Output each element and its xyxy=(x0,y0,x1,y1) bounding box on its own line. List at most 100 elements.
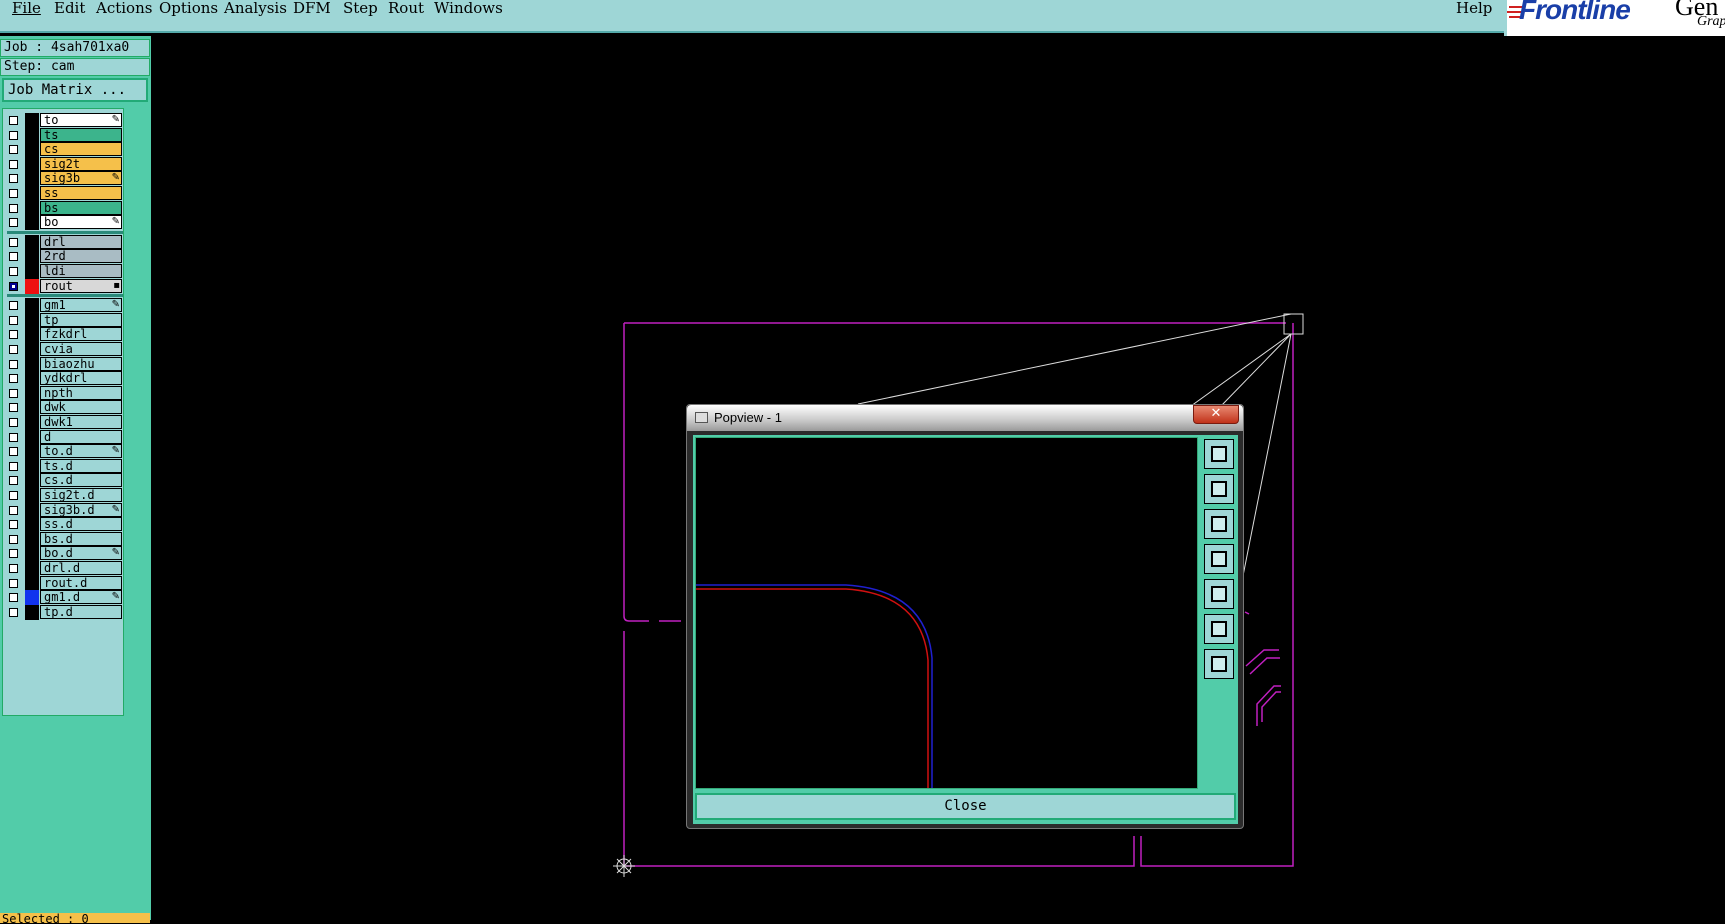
zoom-window-icon[interactable] xyxy=(1204,439,1234,469)
layer-row-ss.d[interactable]: ss.d xyxy=(7,517,123,533)
layer-name[interactable]: gm1 xyxy=(40,298,122,313)
layer-name[interactable]: fzkdrl xyxy=(40,327,122,342)
layer-row-ts.d[interactable]: ts.d xyxy=(7,458,123,474)
layer-checkbox[interactable] xyxy=(9,520,18,530)
layer-row-d[interactable]: d xyxy=(7,429,123,445)
layer-checkbox[interactable] xyxy=(9,388,18,398)
layer-color-swatch[interactable] xyxy=(25,264,39,279)
layer-color-swatch[interactable] xyxy=(25,575,39,591)
layer-row-bo[interactable]: bo ✎ xyxy=(7,215,123,231)
layer-checkbox[interactable] xyxy=(9,330,18,340)
layer-row-gm1[interactable]: gm1 ✎ xyxy=(7,298,123,314)
menu-edit[interactable]: Edit xyxy=(54,0,85,16)
layer-color-swatch[interactable] xyxy=(25,127,39,143)
layer-row-sig2t[interactable]: sig2t xyxy=(7,156,123,172)
layer-checkbox[interactable] xyxy=(9,359,18,369)
layer-checkbox[interactable] xyxy=(9,534,18,544)
layer-checkbox[interactable] xyxy=(9,130,18,140)
layer-name[interactable]: drl xyxy=(40,234,122,249)
layer-checkbox[interactable] xyxy=(9,403,18,413)
menu-step[interactable]: Step xyxy=(343,0,378,16)
layer-color-swatch[interactable] xyxy=(25,200,39,216)
layer-row-biaozhu[interactable]: biaozhu xyxy=(7,356,123,372)
layer-name[interactable]: ts.d xyxy=(40,458,122,473)
layer-name[interactable]: bs.d xyxy=(40,531,122,546)
layer-row-npth[interactable]: npth xyxy=(7,385,123,401)
layer-row-dwk[interactable]: dwk xyxy=(7,400,123,416)
layer-color-swatch[interactable] xyxy=(25,342,39,357)
pan-down-icon[interactable] xyxy=(1204,509,1234,539)
layer-checkbox[interactable] xyxy=(9,345,18,354)
layer-row-cvia[interactable]: cvia xyxy=(7,342,123,357)
layer-color-swatch[interactable] xyxy=(25,502,39,518)
layer-row-ts[interactable]: ts xyxy=(7,127,123,143)
layer-color-swatch[interactable] xyxy=(25,215,39,231)
layer-color-swatch[interactable] xyxy=(25,473,39,489)
layer-name[interactable]: tp xyxy=(40,312,122,327)
layer-name[interactable]: dwk1 xyxy=(40,415,122,429)
layer-name[interactable]: bs xyxy=(40,200,122,215)
layer-name[interactable]: ldi xyxy=(40,264,122,278)
layer-row-bs.d[interactable]: bs.d xyxy=(7,531,123,547)
layer-name[interactable]: ydkdrl xyxy=(40,371,122,386)
layer-name[interactable]: sig3b.d xyxy=(40,502,122,517)
layer-row-dwk1[interactable]: dwk1 xyxy=(7,415,123,430)
layer-name[interactable]: biaozhu xyxy=(40,356,122,371)
zoom-home-icon[interactable] xyxy=(1204,649,1234,679)
menu-file[interactable]: File xyxy=(12,0,41,16)
popview-canvas[interactable] xyxy=(695,437,1198,789)
layer-name[interactable]: cvia xyxy=(40,342,122,356)
menu-help[interactable]: Help xyxy=(1456,0,1492,16)
layer-row-to.d[interactable]: to.d ✎ xyxy=(7,444,123,460)
layer-color-swatch[interactable] xyxy=(25,590,39,606)
layer-checkbox[interactable] xyxy=(9,505,18,515)
layer-name[interactable]: 2rd xyxy=(40,249,122,264)
layer-row-tp[interactable]: tp xyxy=(7,312,123,328)
layer-name[interactable]: cs.d xyxy=(40,473,122,488)
layer-color-swatch[interactable] xyxy=(25,546,39,562)
layer-name[interactable]: to.d xyxy=(40,444,122,459)
layer-color-swatch[interactable] xyxy=(25,327,39,343)
layer-checkbox[interactable] xyxy=(9,447,18,457)
layer-checkbox[interactable] xyxy=(9,116,18,125)
layer-row-drl[interactable]: drl xyxy=(7,234,123,250)
layer-color-swatch[interactable] xyxy=(25,249,39,265)
layer-name[interactable]: ss.d xyxy=(40,517,122,532)
layer-color-swatch[interactable] xyxy=(25,171,39,187)
layer-name[interactable]: cs xyxy=(40,142,122,157)
menu-actions[interactable]: Actions xyxy=(96,0,152,16)
layer-color-swatch[interactable] xyxy=(25,312,39,328)
layer-checkbox[interactable] xyxy=(9,203,18,213)
menu-dfm[interactable]: DFM xyxy=(293,0,331,16)
layer-name[interactable]: rout xyxy=(40,278,122,293)
pan-up-icon[interactable] xyxy=(1204,474,1234,504)
layer-name[interactable]: gm1.d xyxy=(40,590,122,605)
layer-row-cs[interactable]: cs xyxy=(7,142,123,158)
layer-row-sig3b.d[interactable]: sig3b.d ✎ xyxy=(7,502,123,518)
layer-color-swatch[interactable] xyxy=(25,415,39,430)
layer-name[interactable]: ts xyxy=(40,127,122,142)
layer-name[interactable]: bo.d xyxy=(40,546,122,561)
layer-color-swatch[interactable] xyxy=(25,385,39,401)
menu-analysis[interactable]: Analysis xyxy=(224,0,287,16)
layer-checkbox[interactable] xyxy=(9,159,18,169)
menu-rout[interactable]: Rout xyxy=(388,0,424,16)
layer-checkbox[interactable] xyxy=(9,252,18,262)
layer-row-ldi[interactable]: ldi xyxy=(7,264,123,279)
layer-name[interactable]: tp.d xyxy=(40,604,122,619)
layer-color-swatch[interactable] xyxy=(25,234,39,250)
layer-row-cs.d[interactable]: cs.d xyxy=(7,473,123,489)
window-close-button[interactable]: ✕ xyxy=(1193,405,1239,424)
layer-checkbox[interactable] xyxy=(9,461,18,471)
zoom-fit-icon[interactable] xyxy=(1204,614,1234,644)
layer-color-swatch[interactable] xyxy=(25,488,39,503)
layer-name[interactable]: rout.d xyxy=(40,575,122,590)
popview-titlebar[interactable]: Popview - 1 ✕ xyxy=(687,405,1243,431)
layer-color-swatch[interactable] xyxy=(25,561,39,576)
layer-row-rout[interactable]: rout ▪ xyxy=(7,278,123,294)
layer-row-sig2t.d[interactable]: sig2t.d xyxy=(7,488,123,503)
layer-checkbox[interactable] xyxy=(9,549,18,559)
layer-checkbox[interactable] xyxy=(9,174,18,184)
layer-checkbox[interactable] xyxy=(9,564,18,573)
menu-options[interactable]: Options xyxy=(159,0,218,16)
